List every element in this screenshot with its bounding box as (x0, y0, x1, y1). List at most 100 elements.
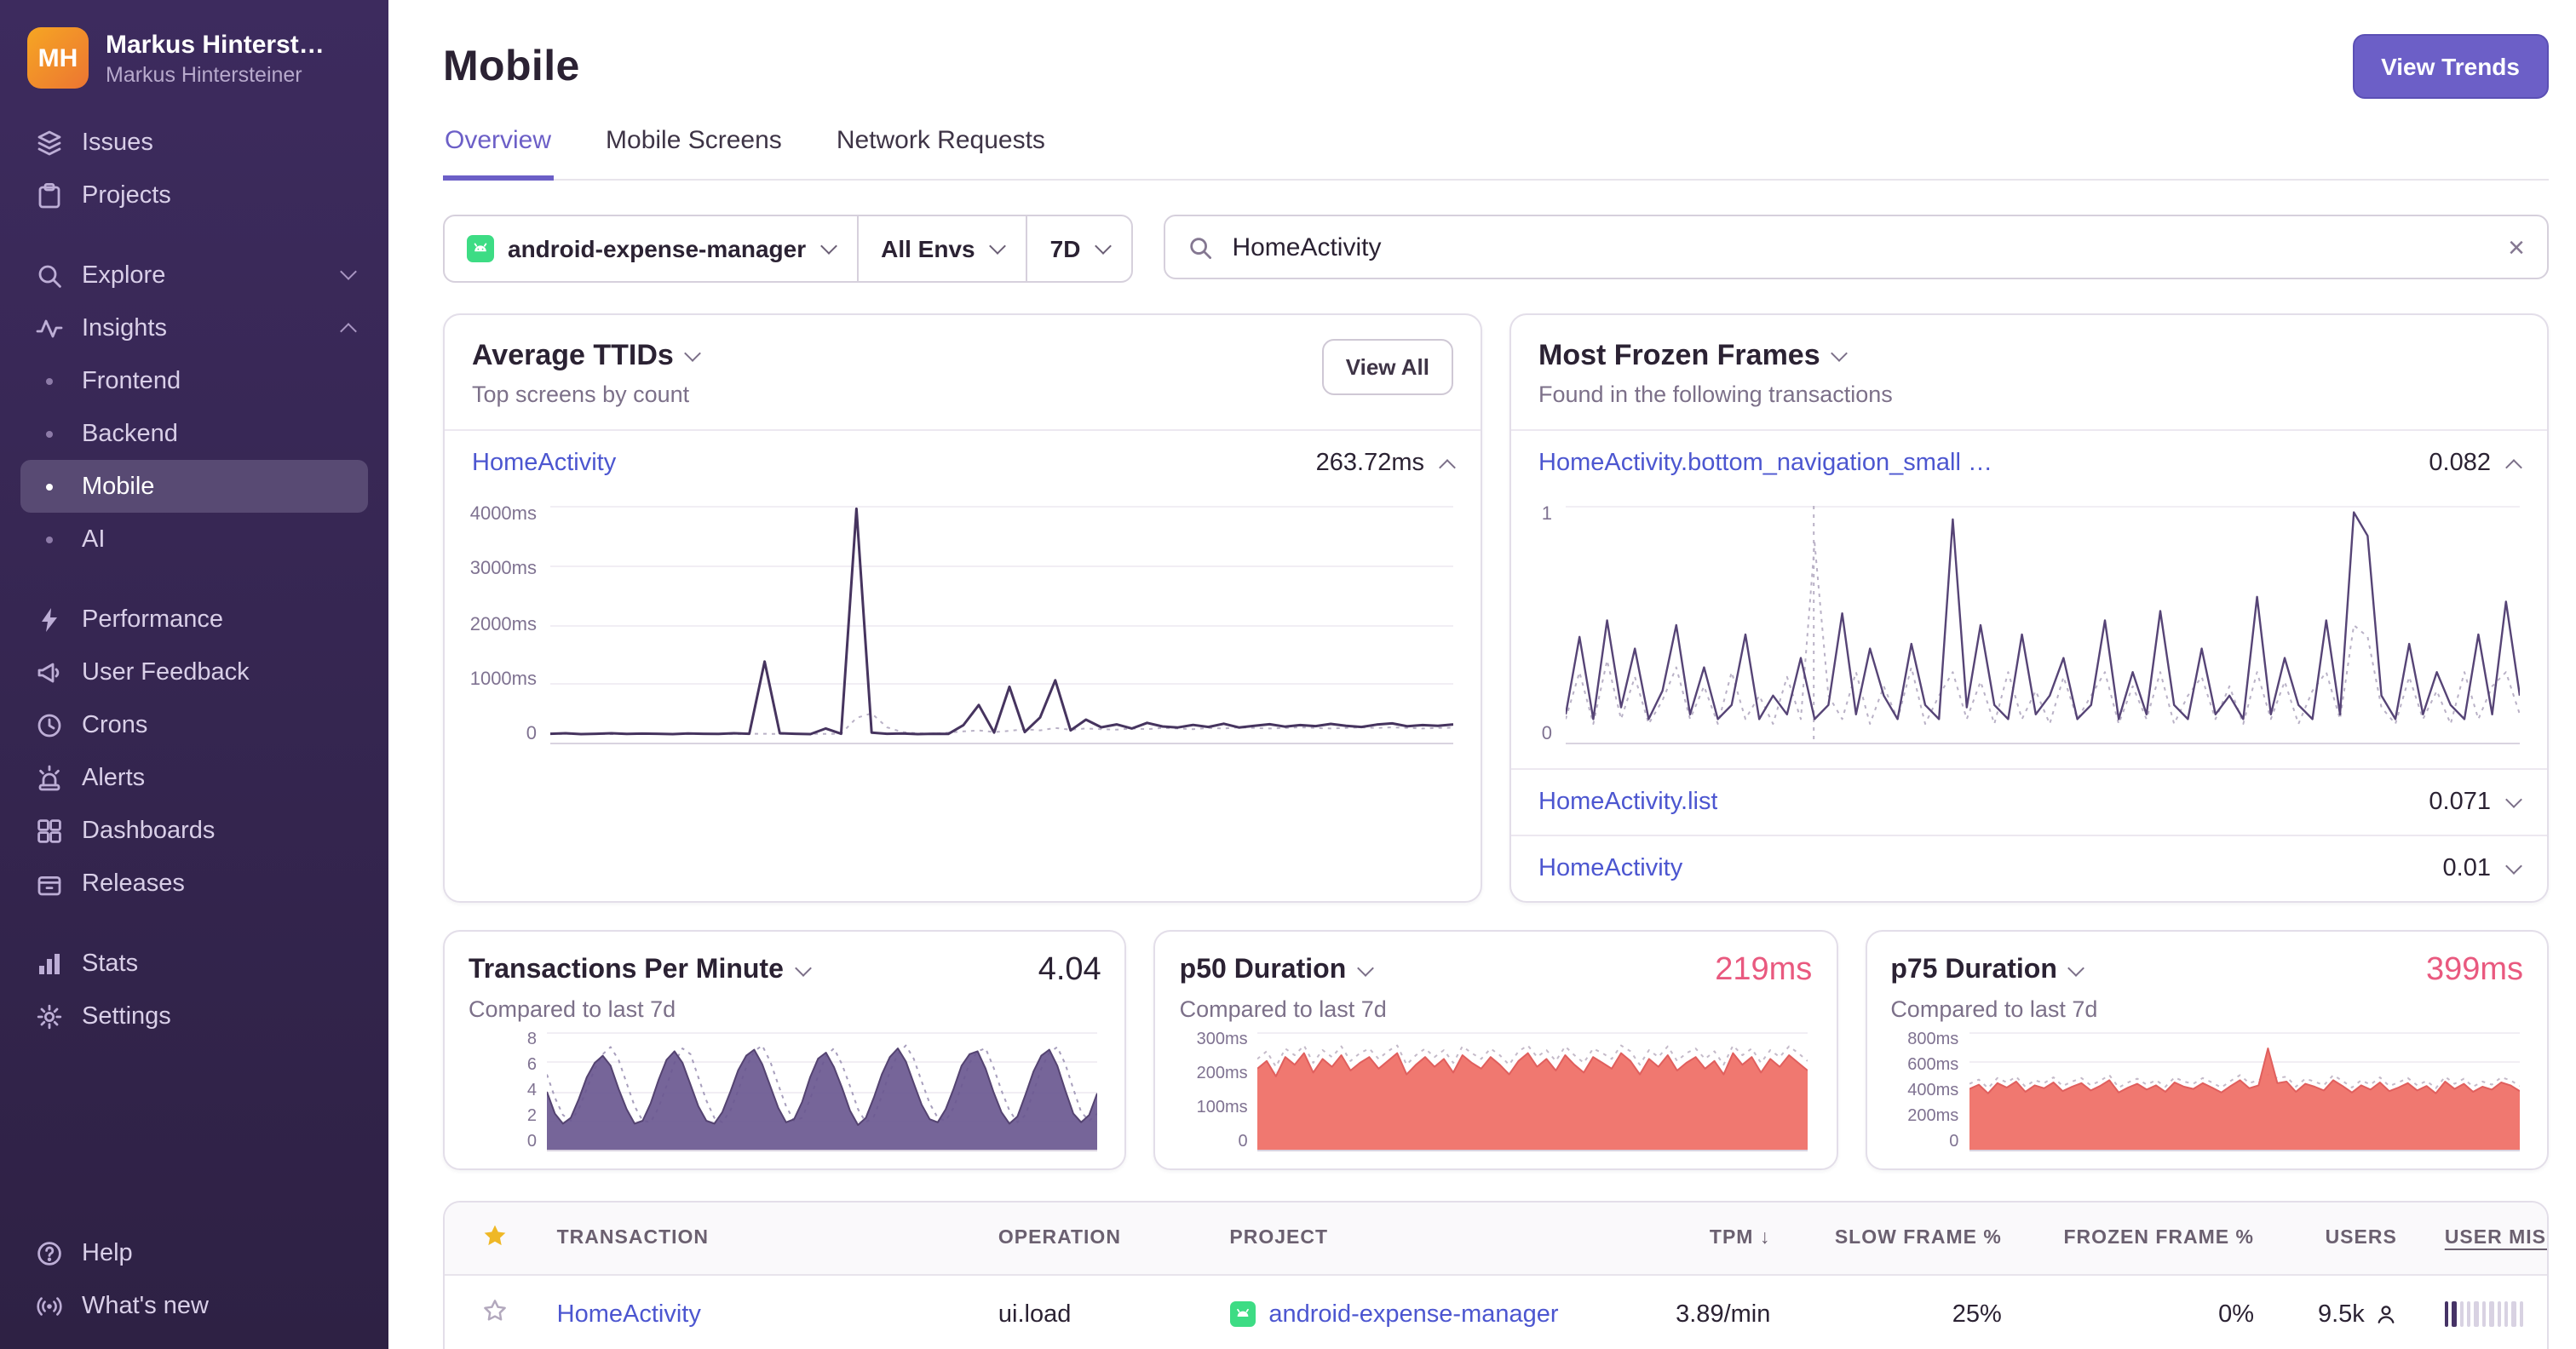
sidebar-item-frontend[interactable]: Frontend (20, 354, 368, 407)
sidebar-item-projects[interactable]: Projects (20, 169, 368, 221)
sidebar-item-crons[interactable]: Crons (20, 698, 368, 751)
column-header-tpm[interactable]: TPM ↓ (1615, 1203, 1795, 1276)
column-header-users[interactable]: USERS (2278, 1203, 2421, 1276)
sidebar-item-issues[interactable]: Issues (20, 116, 368, 169)
tab-overview[interactable]: Overview (443, 126, 554, 181)
chevron-down-icon[interactable] (794, 959, 812, 976)
column-header-transaction[interactable]: TRANSACTION (532, 1203, 975, 1276)
star-column-header[interactable] (445, 1203, 533, 1276)
sidebar-item-label: Crons (82, 711, 148, 738)
avg-ttids-card: Average TTIDs Top screens by count View … (443, 313, 1482, 903)
frozen-transaction-link[interactable]: HomeActivity.bottom_navigation_small … (1538, 450, 1992, 477)
card-title: p50 Duration (1179, 956, 1347, 984)
sidebar-item-alerts[interactable]: Alerts (20, 751, 368, 804)
chevron-down-icon[interactable] (684, 344, 702, 361)
frozen-transaction-link[interactable]: HomeActivity.list (1538, 789, 1718, 816)
search-icon (1187, 234, 1213, 260)
sidebar-item-label: What's new (82, 1292, 209, 1319)
environment-selector-label: All Envs (881, 235, 975, 262)
view-all-button[interactable]: View All (1321, 339, 1453, 395)
column-header-slow-frame[interactable]: SLOW FRAME % (1794, 1203, 2026, 1276)
sidebar-item-backend[interactable]: Backend (20, 407, 368, 460)
y-axis-labels: 300ms 200ms 100ms 0 (1196, 1030, 1248, 1151)
issues-icon (34, 129, 65, 156)
android-project-icon (1229, 1301, 1256, 1327)
sidebar-item-ai[interactable]: AI (20, 513, 368, 565)
sidebar-item-label: AI (82, 525, 106, 553)
broadcast-icon (34, 1292, 65, 1319)
y-axis-labels: 4000ms 3000ms 2000ms 1000ms 0 (469, 504, 537, 744)
user-icon (2375, 1303, 2397, 1325)
sidebar-item-performance[interactable]: Performance (20, 593, 368, 646)
table-row: HomeActivity ui.load android-expense-man… (445, 1275, 2547, 1349)
sidebar-item-user-feedback[interactable]: User Feedback (20, 646, 368, 698)
date-range-label: 7D (1049, 235, 1081, 262)
environment-selector[interactable]: All Envs (859, 216, 1028, 281)
card-subtitle: Compared to last 7d (469, 996, 676, 1022)
column-header-frozen-frame[interactable]: FROZEN FRAME % (2025, 1203, 2278, 1276)
sidebar-item-whats-new[interactable]: What's new (20, 1279, 368, 1332)
sidebar-item-help[interactable]: Help (20, 1226, 368, 1279)
sidebar-item-label: Performance (82, 606, 224, 633)
ttid-screen-link[interactable]: HomeActivity (472, 450, 616, 477)
archive-box-icon (34, 870, 65, 897)
frozen-value: 0.082 (2429, 450, 2491, 477)
table-header-row: TRANSACTION OPERATION PROJECT TPM ↓ SLOW… (445, 1203, 2547, 1276)
sidebar-item-settings[interactable]: Settings (20, 990, 368, 1042)
date-range-selector[interactable]: 7D (1028, 216, 1132, 281)
sidebar-item-insights[interactable]: Insights (20, 301, 368, 354)
column-header-user-misery[interactable]: USER MISERY (2420, 1203, 2547, 1276)
chevron-down-icon[interactable] (1831, 344, 1849, 361)
sidebar-item-dashboards[interactable]: Dashboards (20, 804, 368, 857)
sort-desc-icon: ↓ (1759, 1228, 1771, 1249)
explore-icon (34, 261, 65, 289)
megaphone-icon (34, 658, 65, 686)
frozen-transaction-link[interactable]: HomeActivity (1538, 855, 1682, 882)
user-misery-bars (2444, 1301, 2523, 1327)
p50-duration-card: p50 Duration 219ms Compared to last 7d 3… (1153, 930, 1838, 1170)
sidebar-item-mobile[interactable]: Mobile (20, 460, 368, 513)
search-input[interactable] (1228, 231, 2493, 263)
p50-value: 219ms (1715, 952, 1813, 988)
sidebar-item-releases[interactable]: Releases (20, 857, 368, 910)
sidebar: MH Markus Hinterst… Markus Hintersteiner… (0, 0, 388, 1349)
column-header-project[interactable]: PROJECT (1205, 1203, 1616, 1276)
tab-mobile-screens[interactable]: Mobile Screens (604, 126, 784, 181)
tpm-card: Transactions Per Minute 4.04 Compared to… (443, 930, 1127, 1170)
transaction-link[interactable]: HomeActivity (557, 1300, 701, 1328)
favorite-star-icon[interactable] (483, 1300, 509, 1330)
bullet-icon (34, 536, 65, 542)
collapse-chevron-icon[interactable] (2505, 458, 2522, 475)
chevron-up-icon (340, 323, 357, 340)
project-link[interactable]: android-expense-manager (1268, 1300, 1558, 1328)
column-header-operation[interactable]: OPERATION (974, 1203, 1206, 1276)
sidebar-nav: Issues Projects Explore Insights Fronten… (20, 116, 368, 1332)
clock-icon (34, 711, 65, 738)
project-selector[interactable]: android-expense-manager (445, 216, 860, 281)
sidebar-item-explore[interactable]: Explore (20, 249, 368, 301)
sidebar-item-stats[interactable]: Stats (20, 937, 368, 990)
bullet-icon (34, 430, 65, 437)
user-name: Markus Hinterst… (106, 30, 325, 59)
expand-chevron-icon[interactable] (2505, 857, 2522, 874)
tab-network-requests[interactable]: Network Requests (835, 126, 1047, 181)
search-bar[interactable]: × (1164, 215, 2549, 279)
collapse-chevron-icon[interactable] (1439, 458, 1456, 475)
sidebar-item-label: User Feedback (82, 658, 250, 686)
chevron-down-icon (820, 237, 838, 254)
sidebar-item-label: Help (82, 1239, 133, 1266)
user-menu[interactable]: MH Markus Hinterst… Markus Hintersteiner (20, 24, 368, 116)
clear-search-icon[interactable]: × (2508, 232, 2525, 261)
siren-icon (34, 764, 65, 791)
expand-chevron-icon[interactable] (2505, 790, 2522, 807)
slow-frame-cell: 25% (1952, 1300, 2002, 1328)
chevron-down-icon[interactable] (1357, 959, 1375, 976)
chevron-down-icon[interactable] (2068, 959, 2085, 976)
sidebar-item-label: Mobile (82, 473, 155, 500)
frozen-frames-line-chart (1566, 506, 2520, 744)
page-filter-group: android-expense-manager All Envs 7D (443, 215, 1134, 283)
operation-cell: ui.load (998, 1300, 1072, 1328)
view-trends-button[interactable]: View Trends (2352, 34, 2549, 99)
main-content: Mobile View Trends Overview Mobile Scree… (388, 0, 2576, 1349)
chevron-down-icon (340, 263, 357, 280)
